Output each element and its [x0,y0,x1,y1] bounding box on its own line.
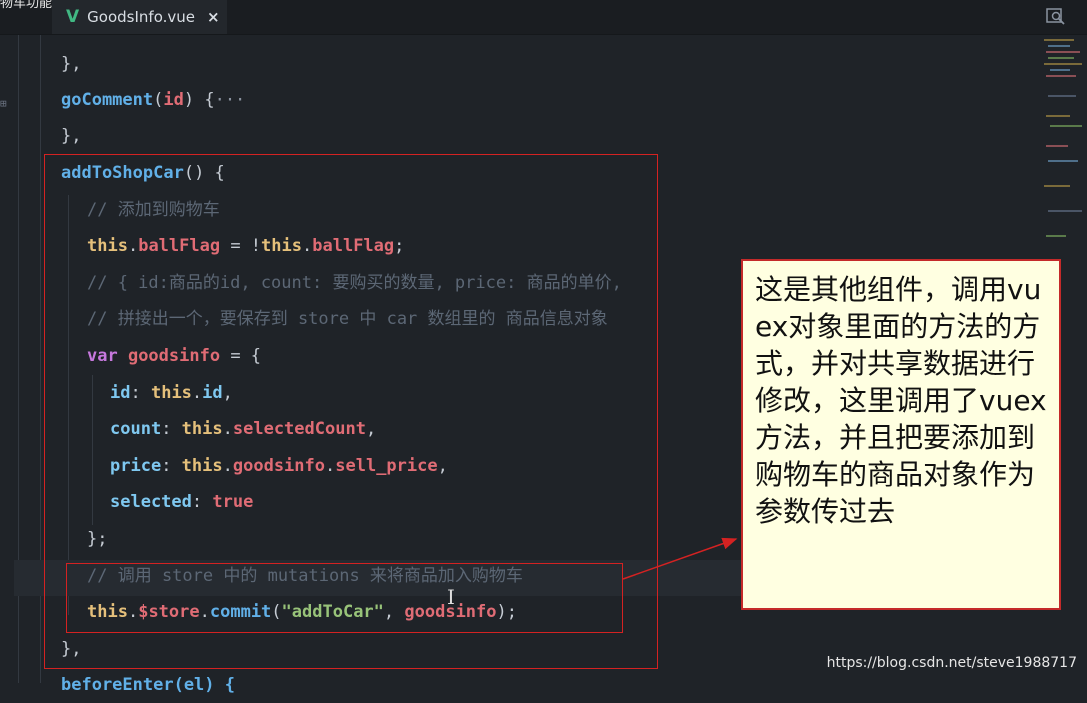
code-line: goComment(id) {··· [61,90,246,110]
watermark: https://blog.csdn.net/steve1988717 [826,655,1077,671]
vue-icon: V [66,7,80,27]
fold-icon[interactable]: ⊞ [0,97,7,110]
code-line: }, [61,54,82,74]
annotation-callout: 这是其他组件，调用vuex对象里面的方法的方式，并对共享数据进行修改，这里调用了… [741,259,1061,610]
tab-goodsinfo[interactable]: V GoodsInfo.vue × [52,0,227,34]
tab-label: GoodsInfo.vue [87,8,195,26]
code-line: beforeEnter(el) { [61,675,235,695]
code-line: }, [61,126,82,146]
annotation-box-commit [66,563,623,633]
open-preview-icon[interactable] [1045,6,1067,26]
tab-bar: 物车功能 V GoodsInfo.vue × [0,0,1087,35]
window-title: 物车功能 [0,0,53,11]
text-cursor-icon: I [447,585,455,609]
close-icon[interactable]: × [207,8,220,26]
